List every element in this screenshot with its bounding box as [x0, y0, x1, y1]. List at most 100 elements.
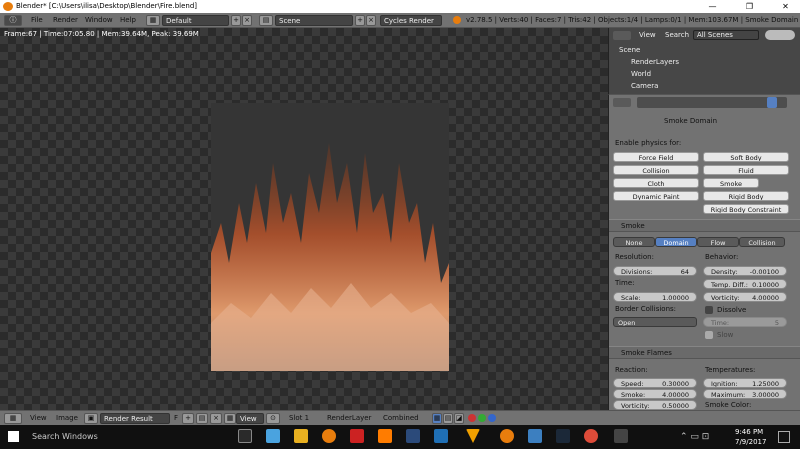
dissolve-time-field[interactable]: Time: 5 [703, 317, 787, 327]
bottom-view-menu[interactable]: View [30, 413, 47, 424]
cloth-button[interactable]: Cloth [613, 178, 699, 188]
ignition-field[interactable]: Ignition: 1.25000 [703, 378, 787, 388]
scene-add-icon[interactable]: + [355, 15, 365, 26]
add-image-icon[interactable]: + [182, 413, 194, 424]
chrome-icon[interactable] [584, 429, 598, 443]
render-info-text: Frame:67 | Time:07:05.80 | Mem:39.64M, P… [4, 30, 199, 38]
scene-field[interactable]: Scene [275, 15, 353, 26]
menu-file[interactable]: File [31, 15, 43, 26]
photoshop-icon[interactable] [434, 429, 448, 443]
layout-icon[interactable]: ▦ [146, 15, 160, 26]
lightroom-icon[interactable] [406, 429, 420, 443]
render-pass-select[interactable]: Combined [380, 413, 430, 424]
physics-tab-icon[interactable] [767, 97, 777, 108]
app-icon-9[interactable] [466, 429, 480, 443]
bottom-image-menu[interactable]: Image [56, 413, 78, 424]
divisions-field[interactable]: Divisions: 64 [613, 266, 697, 276]
soft-body-button[interactable]: Soft Body [703, 152, 789, 162]
properties-editor-icon[interactable] [613, 98, 631, 107]
rigid-body-constraint-button[interactable]: Rigid Body Constraint [703, 204, 789, 214]
task-view-icon[interactable] [238, 429, 252, 443]
fake-user-toggle[interactable]: F [174, 413, 178, 424]
smoke-type-collision[interactable]: Collision [739, 237, 785, 247]
outliner-item-camera[interactable]: Camera [631, 82, 658, 90]
outliner-filter-select[interactable]: All Scenes [693, 30, 759, 40]
vorticity-field[interactable]: Vorticity: 4.00000 [703, 292, 787, 302]
outliner-search-input[interactable] [765, 30, 795, 40]
red-channel-icon[interactable] [468, 414, 476, 422]
windows-start-icon[interactable] [8, 431, 19, 442]
menu-render[interactable]: Render [53, 15, 78, 26]
rigid-body-button[interactable]: Rigid Body [703, 191, 789, 201]
outliner-item-scene[interactable]: Scene [619, 46, 640, 54]
scale-label: Scale: [621, 294, 641, 302]
app-icon-11[interactable] [528, 429, 542, 443]
smoke-button[interactable]: Smoke [703, 178, 759, 188]
speed-field[interactable]: Speed: 0.30000 [613, 378, 697, 388]
render-result-field[interactable]: Render Result [100, 413, 170, 424]
maximum-field[interactable]: Maximum: 3.00000 [703, 389, 787, 399]
tray-icons[interactable]: ⌃ ▭ ⊡ [680, 432, 709, 442]
open-image-icon[interactable]: ▤ [196, 413, 208, 424]
z-buffer-icon[interactable]: ◪ [454, 413, 464, 424]
temp-diff-field[interactable]: Temp. Diff.: 0.10000 [703, 279, 787, 289]
layout-remove-icon[interactable]: × [242, 15, 252, 26]
app-icon-14[interactable] [614, 429, 628, 443]
density-field[interactable]: Density: -0.00100 [703, 266, 787, 276]
flame-vorticity-field[interactable]: Vorticity: 0.50000 [613, 400, 697, 410]
dynamic-paint-button[interactable]: Dynamic Paint [613, 191, 699, 201]
flame-smoke-field[interactable]: Smoke: 4.00000 [613, 389, 697, 399]
view-mode-icon[interactable]: ▦ [224, 413, 236, 424]
fluid-button[interactable]: Fluid [703, 165, 789, 175]
outliner-item-world[interactable]: World [631, 70, 651, 78]
scene-remove-icon[interactable]: × [366, 15, 376, 26]
outliner-view-menu[interactable]: View [639, 31, 656, 39]
smoke-type-none[interactable]: None [613, 237, 655, 247]
menu-help[interactable]: Help [120, 15, 136, 26]
outliner-editor-icon[interactable] [613, 31, 631, 40]
outliner-item-renderlayers[interactable]: RenderLayers [631, 58, 679, 66]
smoke-type-flow[interactable]: Flow [697, 237, 739, 247]
minimize-button[interactable]: — [700, 0, 725, 13]
maximize-button[interactable]: ❐ [737, 0, 762, 13]
image-browse-icon[interactable]: ▣ [84, 413, 98, 424]
border-collisions-select[interactable]: Open [613, 317, 697, 327]
layout-add-icon[interactable]: + [231, 15, 241, 26]
alpha-channel-icon[interactable]: ▤ [443, 413, 453, 424]
outliner-search-menu[interactable]: Search [665, 31, 689, 39]
green-channel-icon[interactable] [478, 414, 486, 422]
illustrator-icon[interactable] [378, 429, 392, 443]
blender-taskbar-icon[interactable] [500, 429, 514, 443]
bottom-view-select[interactable]: View [236, 413, 264, 424]
unlink-image-icon[interactable]: × [210, 413, 222, 424]
dissolve-checkbox[interactable] [705, 306, 713, 314]
app-icon-1[interactable] [266, 429, 280, 443]
smoke-type-domain[interactable]: Domain [655, 237, 697, 247]
render-engine-select[interactable]: Cycles Render [380, 15, 442, 26]
smoke-flames-panel-header[interactable]: Smoke Flames [609, 346, 800, 359]
animate-icon[interactable] [350, 429, 364, 443]
scale-field[interactable]: Scale: 1.00000 [613, 292, 697, 302]
slow-checkbox[interactable] [705, 331, 713, 339]
force-field-button[interactable]: Force Field [613, 152, 699, 162]
image-editor-type-icon[interactable]: ▦ [4, 413, 22, 424]
steam-icon[interactable] [556, 429, 570, 443]
scene-icon[interactable]: ▤ [259, 15, 273, 26]
layout-field[interactable]: Default [162, 15, 229, 26]
pivot-icon[interactable]: ⊙ [266, 413, 280, 424]
app-icon-3[interactable] [322, 429, 336, 443]
smoke-panel-header[interactable]: Smoke [609, 219, 800, 232]
action-center-icon[interactable] [778, 431, 790, 443]
menu-window[interactable]: Window [85, 15, 113, 26]
display-channels-icon[interactable]: ▦ [432, 413, 442, 424]
slot-select[interactable]: Slot 1 [286, 413, 320, 424]
flame-smoke-value: 4.00000 [662, 391, 689, 399]
close-button[interactable]: ✕ [773, 0, 798, 13]
editor-type-icon[interactable]: ⓘ [4, 15, 22, 26]
render-layer-select[interactable]: RenderLayer [324, 413, 376, 424]
taskbar-search-box[interactable]: Search Windows [32, 432, 98, 441]
blue-channel-icon[interactable] [488, 414, 496, 422]
properties-context-tabs[interactable] [637, 97, 787, 108]
file-explorer-icon[interactable] [294, 429, 308, 443]
collision-button[interactable]: Collision [613, 165, 699, 175]
